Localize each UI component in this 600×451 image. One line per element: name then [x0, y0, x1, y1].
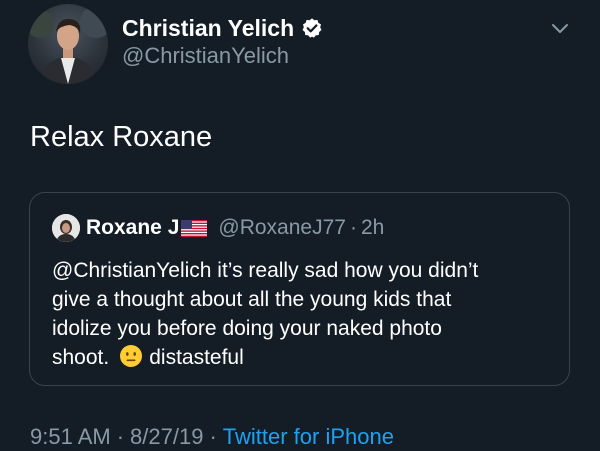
tweet-metadata: 9:51 AM · 8/27/19 · Twitter for iPhone	[30, 423, 394, 451]
us-flag-icon	[181, 219, 208, 237]
quoted-tweet[interactable]: Roxane J @RoxaneJ77 · 2h @ChristianYelic…	[29, 192, 570, 386]
quoted-author-name: Roxane J	[86, 216, 180, 239]
quoted-text-start: shoot.	[52, 346, 110, 369]
neutral-face-emoji-icon	[120, 345, 143, 367]
author-name-text[interactable]: Christian Yelich	[122, 14, 294, 42]
quoted-text-line: idolize you before doing your naked phot…	[52, 317, 442, 340]
chevron-down-icon[interactable]	[550, 22, 570, 36]
tweet-date[interactable]: 8/27/19	[130, 424, 203, 449]
author-avatar[interactable]	[28, 4, 108, 84]
tweet-card: Christian Yelich @ChristianYelich Relax …	[0, 0, 600, 450]
quoted-tweet-text: @ChristianYelich it’s really sad how you…	[52, 256, 557, 372]
tweet-text: Relax Roxane	[30, 121, 213, 153]
tweet-source-link[interactable]: Twitter for iPhone	[223, 424, 394, 449]
quoted-text-line: give a thought about all the young kids …	[52, 288, 452, 311]
metadata-separator: ·	[116, 424, 125, 449]
quoted-tweet-time: 2h	[360, 216, 385, 239]
quoted-author-handle: @RoxaneJ77	[218, 216, 346, 239]
author-handle[interactable]: @ChristianYelich	[122, 43, 289, 69]
quoted-text-end: distasteful	[149, 346, 244, 369]
quoted-text-last-line: shoot. distasteful	[52, 343, 557, 372]
verified-badge-icon	[302, 18, 322, 38]
metadata-separator: ·	[209, 424, 217, 449]
author-display-name[interactable]: Christian Yelich	[122, 14, 323, 42]
tweet-time[interactable]: 9:51 AM	[30, 424, 111, 449]
quoted-header-separator: ·	[349, 216, 357, 239]
quoted-author-avatar	[52, 214, 80, 242]
quoted-tweet-header: Roxane J @RoxaneJ77 · 2h	[52, 213, 384, 243]
quoted-text-line: @ChristianYelich it’s really sad how you…	[52, 259, 479, 282]
